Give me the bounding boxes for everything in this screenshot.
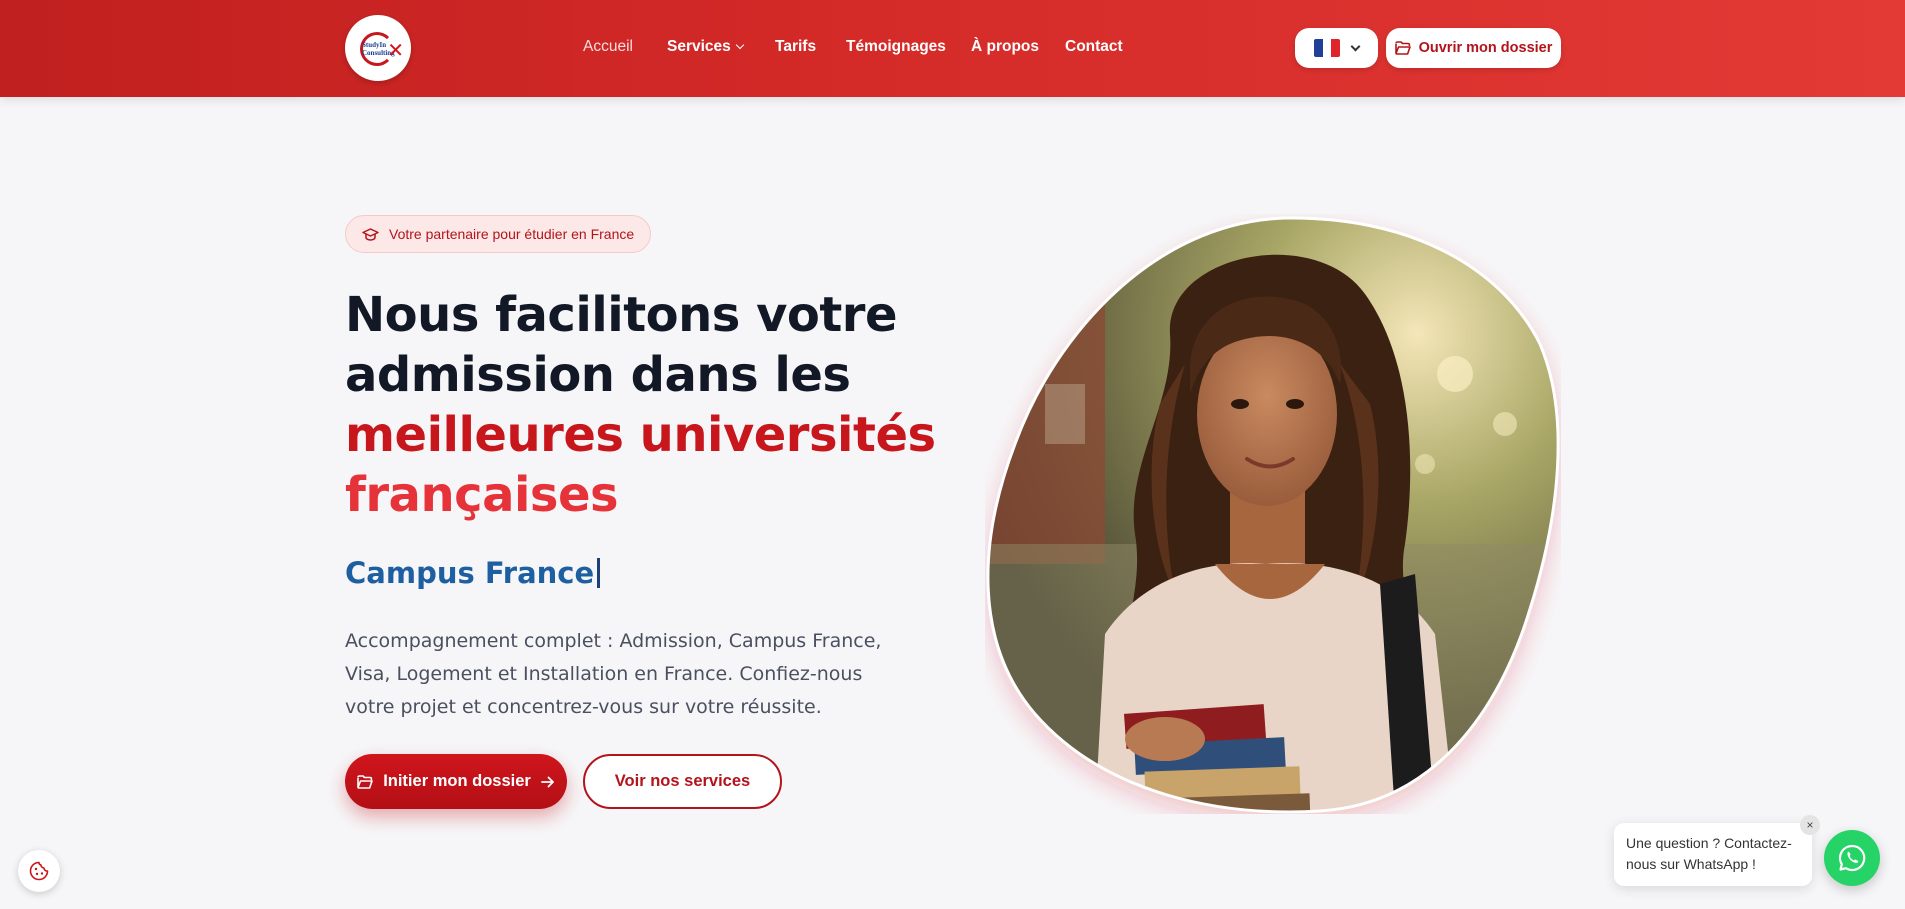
initiate-file-button[interactable]: Initier mon dossier [345, 754, 567, 809]
chevron-down-icon [1350, 41, 1361, 51]
open-file-label: Ouvrir mon dossier [1418, 40, 1553, 56]
language-selector[interactable] [1295, 28, 1378, 68]
whatsapp-icon [1838, 844, 1866, 872]
nav-accueil[interactable]: Accueil [583, 38, 633, 56]
open-file-button[interactable]: Ouvrir mon dossier [1386, 28, 1561, 68]
cookie-settings-button[interactable] [18, 850, 60, 892]
whatsapp-bubble[interactable]: Une question ? Contactez-nous sur WhatsA… [1614, 823, 1812, 886]
headline-line-2: admission dans les [345, 347, 851, 403]
folder-open-icon [1394, 41, 1411, 55]
nav-temoignages[interactable]: Témoignages [846, 38, 946, 56]
nav-tarifs[interactable]: Tarifs [775, 38, 816, 56]
folder-open-icon [357, 774, 373, 789]
whatsapp-button[interactable] [1824, 830, 1880, 886]
headline-line-1: Nous facilitons votre [345, 287, 898, 343]
typed-text-value: Campus France [345, 556, 595, 590]
graduation-cap-icon [362, 227, 379, 241]
nav-a-propos[interactable]: À propos [971, 38, 1039, 56]
view-services-button[interactable]: Voir nos services [583, 754, 782, 809]
cookie-icon [29, 861, 49, 881]
nav-services[interactable]: Services [667, 38, 745, 56]
typed-text: Campus France [345, 556, 601, 590]
site-header: StudyIn Consulting ✕ Accueil Services Ta… [0, 0, 1905, 97]
hero-headline: Nous facilitons votre admission dans les… [345, 285, 945, 525]
france-flag-icon [1314, 39, 1340, 57]
nav-services-label: Services [667, 38, 731, 55]
arrow-right-icon [540, 776, 554, 787]
chevron-down-icon [735, 40, 745, 50]
typing-caret [597, 558, 601, 588]
hero-badge: Votre partenaire pour étudier en France [345, 215, 652, 253]
logo-mark: StudyIn Consulting ✕ [356, 26, 404, 70]
initiate-file-label: Initier mon dossier [383, 772, 531, 790]
headline-highlight-2: françaises [345, 467, 619, 523]
headline-highlight-1: meilleures universités [345, 407, 936, 463]
hero-badge-label: Votre partenaire pour étudier en France [389, 226, 635, 242]
site-logo[interactable]: StudyIn Consulting ✕ [345, 15, 411, 81]
hero-image [985, 214, 1561, 814]
whatsapp-bubble-close-button[interactable]: × [1800, 815, 1820, 835]
nav-contact[interactable]: Contact [1065, 38, 1123, 56]
logo-x-mark: ✕ [387, 40, 404, 62]
hero-photo-blob [986, 216, 1560, 814]
hero-description: Accompagnement complet : Admission, Camp… [345, 630, 882, 718]
